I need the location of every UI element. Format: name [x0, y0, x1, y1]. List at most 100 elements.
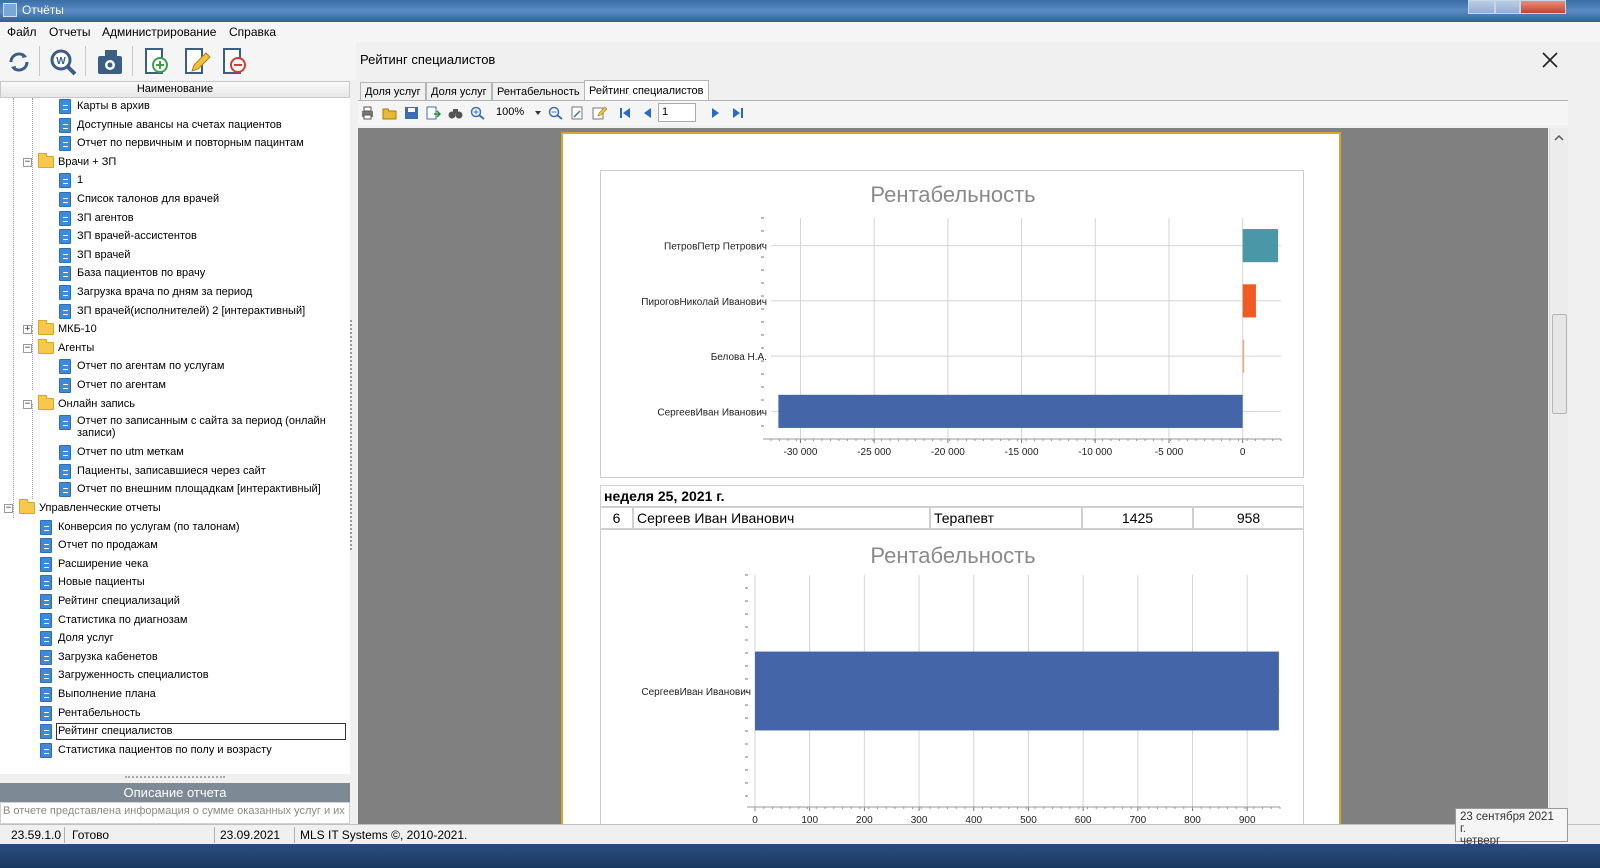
tree-item[interactable]: Доля услуг	[0, 630, 350, 649]
tree-item-label: Загрузка кабенетов	[58, 650, 158, 663]
close-report-icon[interactable]	[1540, 50, 1560, 70]
collapse-icon[interactable]: −	[23, 343, 32, 353]
zoom-select[interactable]: 100%	[493, 104, 543, 122]
tree-folder[interactable]: − Онлайн запись	[0, 394, 350, 415]
first-page-icon[interactable]	[618, 106, 633, 120]
open-folder-icon[interactable]	[382, 106, 397, 120]
scroll-up-icon[interactable]	[1554, 134, 1564, 142]
camera-icon[interactable]	[94, 46, 126, 78]
print-icon[interactable]	[360, 106, 375, 120]
binoculars-icon[interactable]	[448, 106, 463, 120]
tree-item[interactable]: База пациентов по врачу	[0, 265, 350, 284]
tree-item-label: Список талонов для врачей	[77, 193, 220, 205]
report-doc-icon	[59, 445, 71, 461]
tab-specialists-rating[interactable]: Рейтинг специалистов	[584, 80, 709, 100]
delete-report-icon[interactable]	[218, 46, 250, 78]
add-report-icon[interactable]	[140, 46, 172, 78]
collapse-icon[interactable]: −	[23, 399, 32, 409]
tree-item[interactable]: Отчет по первичным и повторным пацинтам	[0, 135, 350, 154]
tree-item[interactable]: Статистика по диагнозам	[0, 612, 350, 631]
last-page-icon[interactable]	[730, 106, 745, 120]
window-close-button[interactable]	[1520, 0, 1566, 14]
tree-item[interactable]: Рейтинг специализаций	[0, 593, 350, 612]
report-doc-icon	[59, 210, 71, 226]
tree-item[interactable]: ЗП агентов	[0, 210, 350, 229]
collapse-icon[interactable]: −	[23, 157, 32, 167]
minimize-button[interactable]	[1468, 0, 1495, 14]
x-tick-label: -25 000	[857, 447, 891, 458]
menu-reports[interactable]: Отчеты	[49, 25, 90, 39]
tree-item[interactable]: Расширение чека	[0, 556, 350, 575]
report-viewer[interactable]: Рентабельность -30 000 -25 000 -20 000 -15 0…	[358, 128, 1548, 824]
edit-page-icon[interactable]	[592, 106, 607, 120]
tree-item[interactable]: ЗП врачей-ассистентов	[0, 228, 350, 247]
tree-item-label: ЗП врачей-ассистентов	[77, 230, 197, 243]
tree-item[interactable]: Доступные авансы на счетах пациентов	[0, 117, 350, 136]
toolbar-separator	[39, 46, 40, 76]
tree-item[interactable]: Статистика пациентов по полу и возрасту	[0, 742, 350, 761]
tab-services-share-1[interactable]: Доля услуг	[360, 82, 426, 100]
tab-services-share-2[interactable]: Доля услуг	[426, 82, 492, 100]
tree-item[interactable]: Загруженность специалистов	[0, 667, 350, 686]
tree-item[interactable]: Отчет по внешним площадкам [интерактивны…	[0, 481, 350, 500]
week-label: неделя 25, 2021 г.	[600, 485, 1304, 507]
tree-item[interactable]: Отчет по агентам	[0, 377, 350, 396]
tree-item-label: Доля услуг	[58, 632, 114, 645]
tree-item[interactable]: Загрузка врача по дням за период	[0, 284, 350, 303]
tree-item[interactable]: ЗП врачей	[0, 247, 350, 266]
chart-box-1: Рентабельность -30 000 -25 000 -20 000 -15 0…	[600, 170, 1304, 478]
tree-column-header[interactable]: Наименование	[0, 81, 350, 98]
menu-help[interactable]: Справка	[229, 25, 276, 39]
prev-page-icon[interactable]	[640, 106, 655, 120]
menu-admin[interactable]: Администрирование	[102, 25, 216, 39]
tree-item[interactable]: ЗП врачей(исполнителей) 2 [интерактивный…	[0, 303, 350, 322]
description-splitter[interactable]	[125, 776, 225, 779]
tree-item[interactable]: Выполнение плана	[0, 686, 350, 705]
zoom-in-icon[interactable]	[470, 106, 485, 120]
tree-item[interactable]: 1	[0, 172, 350, 191]
tree-item[interactable]: Пациенты, записавшиеся через сайт	[0, 463, 350, 482]
scrollbar-thumb[interactable]	[1552, 314, 1567, 414]
tree-item[interactable]: Рейтинг специалистов	[0, 723, 350, 742]
panel-splitter[interactable]	[350, 320, 354, 550]
tree-folder[interactable]: − Управленческие отчеты	[0, 499, 350, 519]
report-doc-icon	[59, 359, 71, 375]
report-doc-icon	[40, 594, 52, 609]
tree-item[interactable]: Отчет по продажам	[0, 537, 350, 556]
menu-file[interactable]: Файл	[7, 25, 37, 39]
expand-icon[interactable]: +	[23, 325, 32, 335]
report-doc-icon	[59, 173, 71, 189]
x-tick-label: 0	[752, 815, 758, 824]
vertical-scrollbar[interactable]	[1549, 128, 1568, 824]
tree-item[interactable]: Отчет по агентам по услугам	[0, 358, 350, 377]
tree-folder[interactable]: + МКБ-10	[0, 320, 350, 340]
edit-report-icon[interactable]	[180, 46, 212, 78]
page-number-input[interactable]: 1	[658, 103, 696, 122]
tree-item[interactable]: Отчет по utm меткам	[0, 444, 350, 463]
tree-folder[interactable]: − Агенты	[0, 338, 350, 359]
bar	[1242, 339, 1245, 373]
report-doc-icon	[59, 136, 71, 152]
export-icon[interactable]	[426, 106, 441, 120]
report-doc-icon	[40, 724, 52, 740]
tree-item[interactable]: Отчет по записанным с сайта за период (о…	[0, 414, 350, 444]
tree-item[interactable]: Карты в архив	[0, 98, 350, 117]
tree-item[interactable]: Список талонов для врачей	[0, 191, 350, 210]
collapse-icon[interactable]: −	[4, 504, 13, 513]
tab-profitability[interactable]: Рентабельность	[492, 82, 585, 100]
tree-folder[interactable]: − Врачи + ЗП	[0, 152, 350, 173]
tree-item[interactable]: Конверсия по услугам (по талонам)	[0, 519, 350, 538]
tree-guide-line	[13, 98, 14, 518]
tree-item-label: Отчет по продажам	[58, 539, 158, 552]
maximize-button[interactable]	[1495, 0, 1520, 14]
next-page-icon[interactable]	[708, 106, 723, 120]
tree-item[interactable]: Рентабельность	[0, 705, 350, 724]
refresh-icon[interactable]	[3, 46, 35, 78]
page-setup-icon[interactable]	[570, 106, 585, 120]
tree-item[interactable]: Загрузка кабенетов	[0, 649, 350, 668]
tree-item[interactable]: Новые пациенты	[0, 574, 350, 593]
search-report-icon[interactable]: W	[47, 46, 79, 78]
save-icon[interactable]	[404, 106, 419, 120]
row-value-1: 1425	[1082, 507, 1193, 529]
zoom-out-icon[interactable]	[548, 106, 563, 120]
